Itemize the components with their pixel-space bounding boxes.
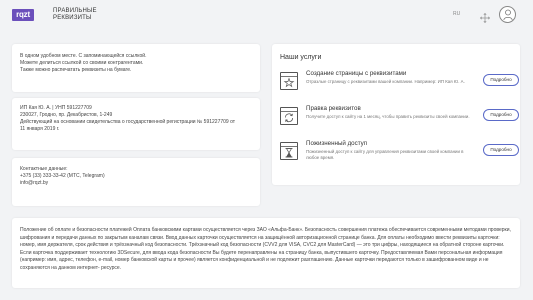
service-title: Пожизненный доступ	[306, 140, 368, 147]
service-item-edit-requisites: Правка реквизитов Получите доступ к сайт…	[280, 105, 519, 133]
service-item-create-page: Создание страницы с реквизитами Отразлые…	[280, 70, 519, 98]
details-button[interactable]: Подробно	[483, 144, 519, 156]
contact-email[interactable]: info@rqzt.by	[20, 180, 105, 187]
payment-info-card: Положение об оплате и безопасности плате…	[12, 218, 520, 288]
requisites-card: ИП Кая Ю. А. | УНП 591227709 230027, Гро…	[12, 98, 260, 150]
service-title: Правка реквизитов	[306, 105, 361, 112]
requisites-line: Действующий на основании свидетельства о…	[20, 119, 236, 125]
service-title: Создание страницы с реквизитами	[306, 70, 407, 77]
intro-line: Можете делиться ссылкой со своими контра…	[20, 60, 144, 66]
contact-phone[interactable]: +375 (33) 333-33-42 (МТС, Telegram)	[20, 173, 105, 180]
payment-text: Положение об оплате и безопасности плате…	[20, 227, 511, 271]
service-item-lifetime-access: Пожизненный доступ Пожизненный доступ к …	[280, 140, 519, 168]
user-avatar-icon[interactable]	[499, 6, 516, 23]
hourglass-icon	[280, 142, 298, 160]
intro-line: Также можно распечатать реквизиты на бум…	[20, 67, 132, 73]
requisites-text: ИП Кая Ю. А. | УНП 591227709 230027, Гро…	[20, 105, 235, 133]
requisites-line: 230027, Гродно, пр. Декабристов, 1-249	[20, 112, 113, 118]
requisites-line: 11 января 2019 г.	[20, 126, 60, 132]
service-desc: Пожизненный доступ к сайту для управлени…	[306, 149, 464, 160]
contacts-title: Контактные данные:	[20, 166, 68, 172]
requisites-line: ИП Кая Ю. А. | УНП 591227709	[20, 105, 92, 111]
language-switch[interactable]: RU	[453, 11, 460, 17]
service-desc: Отразлые страницу с реквизитами вашей ко…	[306, 79, 465, 84]
refresh-page-icon	[280, 107, 298, 125]
services-card: Наши услуги Создание страницы с реквизит…	[272, 44, 520, 185]
service-desc: Получите доступ к сайту на 1 месяц, чтоб…	[306, 114, 470, 119]
intro-text: В одном удобном месте. С запоминающейся …	[20, 53, 147, 74]
star-page-icon	[280, 72, 298, 90]
move-icon[interactable]	[479, 10, 491, 24]
details-button[interactable]: Подробно	[483, 74, 519, 86]
logo[interactable]: rqzt	[12, 9, 34, 21]
intro-card: В одном удобном месте. С запоминающейся …	[12, 44, 260, 92]
brand-line-2: РЕКВИЗИТЫ	[53, 15, 92, 21]
details-button[interactable]: Подробно	[483, 109, 519, 121]
header: rqzt ПРАВИЛЬНЫЕ РЕКВИЗИТЫ RU	[0, 0, 533, 32]
intro-line: В одном удобном месте. С запоминающейся …	[20, 53, 147, 59]
brand-line-1: ПРАВИЛЬНЫЕ	[53, 8, 97, 14]
contacts-card: Контактные данные: +375 (33) 333-33-42 (…	[12, 158, 260, 206]
services-title: Наши услуги	[280, 54, 322, 61]
contacts-text: Контактные данные: +375 (33) 333-33-42 (…	[20, 166, 105, 187]
brand-name[interactable]: ПРАВИЛЬНЫЕ РЕКВИЗИТЫ	[53, 8, 97, 22]
